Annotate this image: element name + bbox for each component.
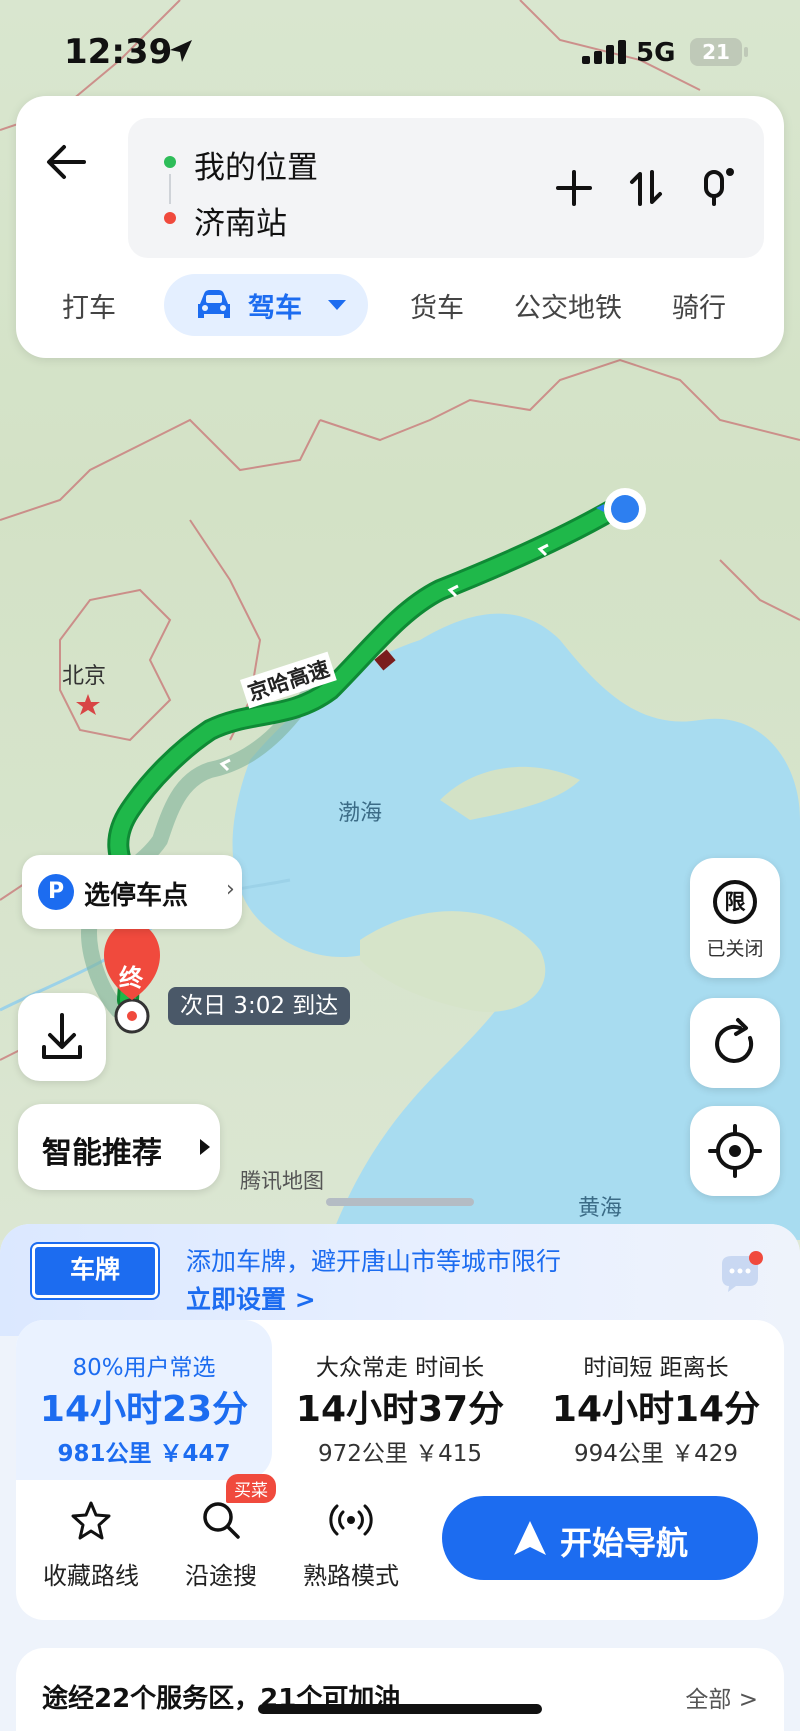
travel-mode-tabs: 打车 驾车 货车 公交地铁 骑行: [16, 272, 784, 340]
map-provider-label: 腾讯地图: [240, 1169, 324, 1193]
map-label-huanghai: 黄海: [578, 1196, 623, 1221]
origin-field[interactable]: 我的位置: [194, 142, 318, 187]
route-tag: 时间短 距离长: [583, 1355, 729, 1381]
familiar-mode-label: 熟路模式: [303, 1562, 399, 1590]
dropdown-caret-icon: [328, 300, 346, 310]
limit-status-label: 已关闭: [706, 938, 764, 960]
status-bar: 12:39 5G 21: [0, 0, 800, 95]
favorite-route-label: 收藏路线: [43, 1562, 139, 1590]
favorite-route-button[interactable]: 收藏路线: [26, 1498, 156, 1591]
route-options-card: 80%用户常选 14小时23分 981公里 ￥447 大众常走 时间长 14小时…: [16, 1320, 784, 1620]
star-icon: [71, 1501, 111, 1540]
grocery-badge: 买菜: [226, 1474, 276, 1503]
parking-select-label: 选停车点: [84, 881, 189, 911]
battery-icon: 21: [690, 38, 748, 66]
broadcast-icon: [329, 1504, 373, 1536]
map-label-bohai: 渤海: [338, 801, 383, 826]
route-duration: 14小时37分: [295, 1389, 505, 1430]
route-option-1[interactable]: 80%用户常选 14小时23分 981公里 ￥447: [16, 1320, 272, 1480]
end-marker-label: 终: [119, 964, 143, 992]
tab-drive-label: 驾车: [248, 293, 302, 324]
home-indicator[interactable]: [258, 1704, 542, 1714]
status-time: 12:39: [64, 32, 173, 72]
search-icon: [203, 1502, 240, 1539]
locate-me-button[interactable]: [690, 1106, 780, 1196]
sheet-drag-handle[interactable]: [326, 1198, 474, 1206]
traffic-limit-button[interactable]: 限 已关闭: [690, 858, 780, 978]
route-meta: 994公里 ￥429: [573, 1441, 739, 1467]
caret-right-icon: [200, 1139, 210, 1155]
refresh-route-button[interactable]: [690, 998, 780, 1088]
parking-select-button[interactable]: P 选停车点 ›: [22, 855, 242, 929]
refresh-icon: [715, 1018, 754, 1063]
show-all-link[interactable]: 全部 >: [685, 1680, 758, 1714]
car-icon: [198, 290, 230, 318]
download-icon: [42, 1013, 82, 1059]
limit-icon-text: 限: [724, 890, 746, 914]
start-navigation-label: 开始导航: [560, 1524, 689, 1562]
plate-setup-link[interactable]: 立即设置 >: [186, 1280, 316, 1316]
add-waypoint-icon[interactable]: [552, 166, 596, 210]
plate-badge: 车牌: [30, 1242, 160, 1300]
route-meta: 981公里 ￥447: [57, 1441, 231, 1467]
start-navigation-button[interactable]: 开始导航: [442, 1496, 758, 1580]
chevron-right-icon: ›: [226, 877, 235, 902]
parking-icon: P: [38, 874, 74, 910]
route-summary-sheet: 车牌 添加车牌，避开唐山市等城市限行 立即设置 > 80%用户常选 14小时23…: [0, 1224, 800, 1731]
search-along-label: 沿途搜: [185, 1562, 257, 1590]
destination-dot: [164, 212, 176, 224]
familiar-mode-button[interactable]: 熟路模式: [286, 1498, 416, 1591]
route-duration: 14小时14分: [551, 1389, 761, 1430]
route-planner-card: 我的位置 济南站 打车 驾车 货车 公交地铁 骑行: [16, 96, 784, 358]
service-area-card[interactable]: 途经22个服务区，21个可加油 全部 >: [16, 1648, 784, 1731]
location-arrow-icon: [170, 40, 192, 62]
tab-drive[interactable]: 驾车: [164, 274, 368, 336]
route-option-2[interactable]: 大众常走 时间长 14小时37分 972公里 ￥415: [272, 1320, 528, 1480]
signal-icon: [582, 40, 626, 64]
network-type: 5G: [636, 38, 676, 68]
download-button[interactable]: [18, 993, 106, 1081]
smart-recommend-button[interactable]: 智能推荐: [18, 1104, 220, 1190]
swap-icon[interactable]: [624, 166, 668, 210]
origin-dot: [164, 156, 176, 168]
search-along-button[interactable]: 沿途搜: [156, 1498, 286, 1591]
map-label-beijing: 北京: [62, 664, 107, 689]
voice-icon[interactable]: [696, 164, 740, 208]
route-meta: 972公里 ￥415: [317, 1441, 483, 1467]
route-tag: 80%用户常选: [72, 1355, 216, 1381]
plate-message: 添加车牌，避开唐山市等城市限行: [186, 1247, 562, 1276]
arrival-time-badge: 次日 3:02 到达: [168, 987, 351, 1025]
route-tag: 大众常走 时间长: [315, 1355, 485, 1381]
tab-transit[interactable]: 公交地铁: [514, 286, 622, 325]
crosshair-icon: [708, 1124, 762, 1178]
tab-truck[interactable]: 货车: [410, 286, 464, 325]
tab-taxi[interactable]: 打车: [62, 286, 116, 325]
smart-recommend-label: 智能推荐: [42, 1136, 162, 1171]
route-option-3[interactable]: 时间短 距离长 14小时14分 994公里 ￥429: [528, 1320, 784, 1480]
tab-bike[interactable]: 骑行: [672, 286, 726, 325]
navigation-arrow-icon: [514, 1521, 546, 1555]
back-arrow-icon[interactable]: [38, 134, 94, 190]
destination-field[interactable]: 济南站: [194, 198, 287, 243]
route-duration: 14小时23分: [39, 1389, 249, 1430]
route-endpoints-box: 我的位置 济南站: [128, 118, 764, 258]
chat-bubble-icon[interactable]: [716, 1250, 766, 1296]
